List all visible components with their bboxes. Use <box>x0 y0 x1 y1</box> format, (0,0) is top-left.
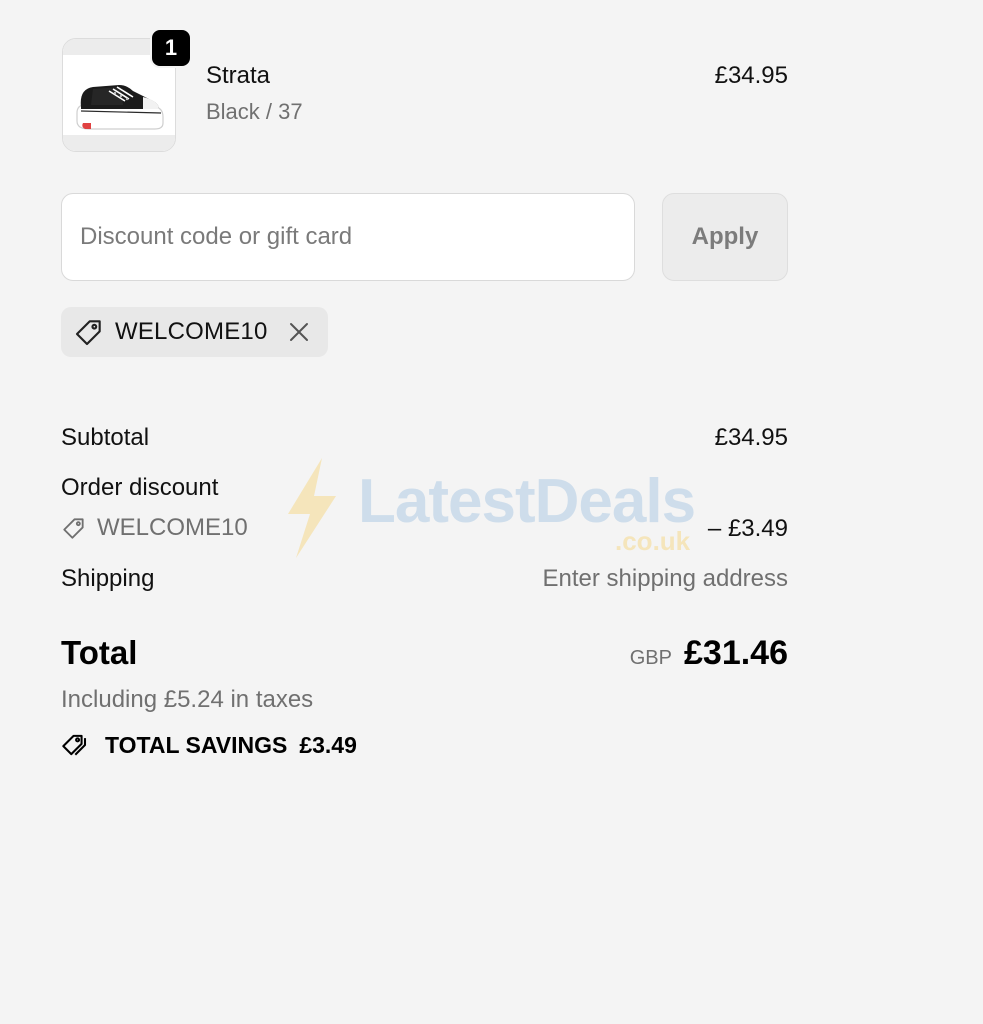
watermark-domain: .co.uk <box>615 526 691 556</box>
shipping-value: Enter shipping address <box>542 565 788 592</box>
tags-icon <box>62 734 87 756</box>
applied-code-chip: WELCOME10 <box>61 307 328 357</box>
remove-code-button[interactable] <box>284 317 314 347</box>
apply-button[interactable]: Apply <box>662 193 788 281</box>
total-amount: £31.46 <box>684 634 788 672</box>
total-savings-value: £3.49 <box>299 731 357 758</box>
product-name: Strata <box>206 62 271 89</box>
order-discount-label: Order discount <box>61 474 219 501</box>
tag-icon <box>75 320 101 346</box>
product-variant: Black / 37 <box>206 99 303 124</box>
tag-icon <box>63 518 84 539</box>
taxes-note: Including £5.24 in taxes <box>61 686 314 713</box>
lightning-bolt-icon <box>288 458 336 558</box>
discount-code-input[interactable] <box>61 193 635 281</box>
order-discount-code-label: WELCOME10 <box>97 514 248 541</box>
total-value: GBP £31.46 <box>630 634 788 673</box>
total-savings-label: TOTAL SAVINGS <box>105 731 288 758</box>
quantity-badge: 1 <box>150 28 192 68</box>
subtotal-label: Subtotal <box>61 424 150 451</box>
watermark: LatestDeals .co.uk <box>282 456 702 566</box>
order-discount-code: WELCOME10 <box>61 514 248 542</box>
product-price: £34.95 <box>714 62 788 89</box>
total-label: Total <box>61 634 138 671</box>
applied-code-label: WELCOME10 <box>115 318 268 345</box>
total-savings: TOTAL SAVINGS £3.49 <box>61 731 357 759</box>
subtotal-value: £34.95 <box>714 424 788 451</box>
close-icon <box>289 323 308 341</box>
watermark-brand: LatestDeals <box>358 467 696 536</box>
order-discount-value: – £3.49 <box>707 515 788 542</box>
shipping-label: Shipping <box>61 565 155 592</box>
total-currency: GBP <box>629 647 672 669</box>
